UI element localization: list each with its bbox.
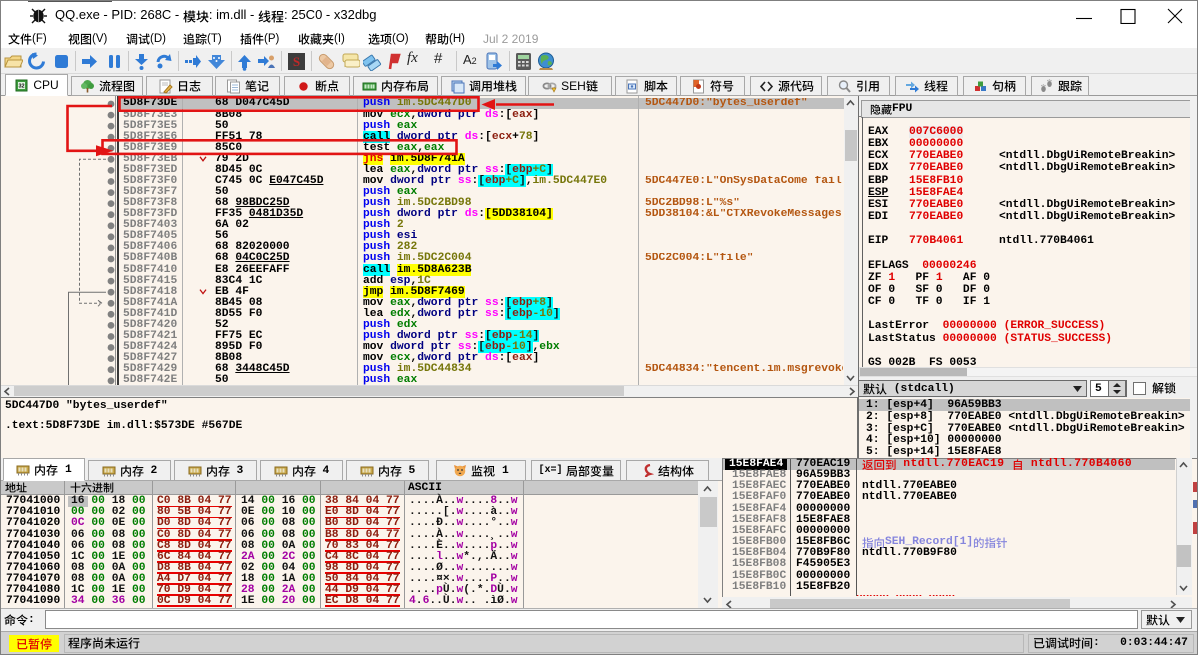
svg-text:32: 32 xyxy=(19,83,25,89)
